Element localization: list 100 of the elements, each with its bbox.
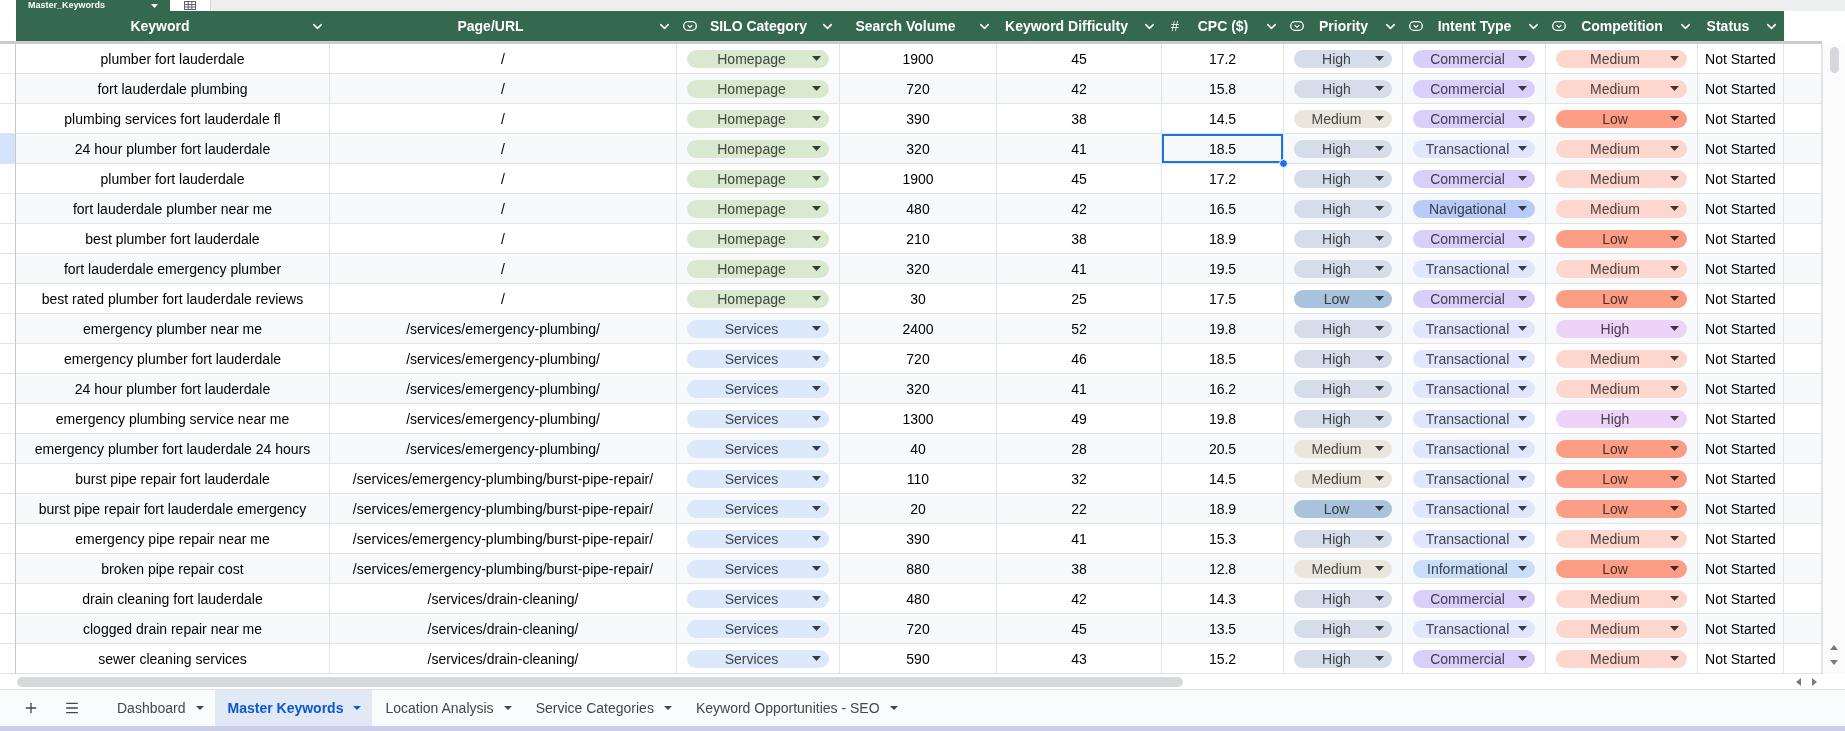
dropdown-chip[interactable]: Commercial	[1413, 49, 1535, 68]
table-name-chip[interactable]: Master_Keywords	[16, 0, 170, 11]
sheet-tab[interactable]: Dashboard	[104, 690, 215, 726]
dropdown-chip[interactable]: Services	[687, 499, 829, 518]
row-header[interactable]	[0, 404, 16, 434]
row-header[interactable]	[0, 314, 16, 344]
dropdown-chip[interactable]: Homepage	[687, 79, 829, 98]
dropdown-chip[interactable]: Medium	[1294, 559, 1392, 578]
row-header[interactable]	[0, 104, 16, 134]
dropdown-chip[interactable]: Medium	[1556, 139, 1687, 158]
dropdown-chip[interactable]: Services	[687, 619, 829, 638]
row-header[interactable]	[0, 434, 16, 464]
dropdown-chip[interactable]: Medium	[1556, 49, 1687, 68]
dropdown-chip[interactable]: Transactional	[1413, 499, 1535, 518]
dropdown-chip[interactable]: Medium	[1556, 169, 1687, 188]
row-header[interactable]	[0, 464, 16, 494]
dropdown-chip[interactable]: High	[1294, 589, 1392, 608]
dropdown-chip[interactable]: Low	[1294, 499, 1392, 518]
dropdown-chip[interactable]: Low	[1556, 439, 1687, 458]
dropdown-chip[interactable]: Low	[1294, 289, 1392, 308]
dropdown-chip[interactable]: High	[1556, 409, 1687, 428]
dropdown-chip[interactable]: Informational	[1413, 559, 1535, 578]
row-header[interactable]	[0, 584, 16, 614]
dropdown-chip[interactable]: Homepage	[687, 109, 829, 128]
dropdown-chip[interactable]: Medium	[1556, 619, 1687, 638]
row-header[interactable]	[0, 224, 16, 254]
dropdown-chip[interactable]: Commercial	[1413, 79, 1535, 98]
dropdown-chip[interactable]: Navigational	[1413, 199, 1535, 218]
row-header[interactable]	[0, 374, 16, 404]
dropdown-chip[interactable]: Transactional	[1413, 259, 1535, 278]
all-sheets-button[interactable]	[64, 700, 80, 716]
row-header[interactable]	[0, 194, 16, 224]
dropdown-chip[interactable]: Medium	[1556, 589, 1687, 608]
dropdown-chip[interactable]: High	[1294, 349, 1392, 368]
dropdown-chip[interactable]: Low	[1556, 559, 1687, 578]
dropdown-chip[interactable]: Low	[1556, 229, 1687, 248]
row-header[interactable]	[0, 344, 16, 374]
dropdown-chip[interactable]: Medium	[1556, 649, 1687, 668]
dropdown-chip[interactable]: Services	[687, 469, 829, 488]
dropdown-chip[interactable]: Medium	[1556, 259, 1687, 278]
row-header[interactable]	[0, 494, 16, 524]
dropdown-chip[interactable]: Services	[687, 319, 829, 338]
row-header[interactable]	[0, 554, 16, 584]
dropdown-chip[interactable]: Commercial	[1413, 589, 1535, 608]
table-view-button[interactable]	[170, 0, 211, 11]
dropdown-chip[interactable]: Homepage	[687, 229, 829, 248]
dropdown-chip[interactable]: Transactional	[1413, 409, 1535, 428]
row-header[interactable]	[0, 524, 16, 554]
dropdown-chip[interactable]: Medium	[1294, 469, 1392, 488]
dropdown-chip[interactable]: Low	[1556, 289, 1687, 308]
dropdown-chip[interactable]: Transactional	[1413, 319, 1535, 338]
dropdown-chip[interactable]: Commercial	[1413, 289, 1535, 308]
dropdown-chip[interactable]: Homepage	[687, 169, 829, 188]
dropdown-chip[interactable]: Transactional	[1413, 529, 1535, 548]
dropdown-chip[interactable]: Medium	[1556, 199, 1687, 218]
dropdown-chip[interactable]: Commercial	[1413, 229, 1535, 248]
dropdown-chip[interactable]: Low	[1556, 469, 1687, 488]
dropdown-chip[interactable]: High	[1556, 319, 1687, 338]
dropdown-chip[interactable]: Services	[687, 439, 829, 458]
dropdown-chip[interactable]: High	[1294, 319, 1392, 338]
dropdown-chip[interactable]: Transactional	[1413, 379, 1535, 398]
dropdown-chip[interactable]: Medium	[1294, 439, 1392, 458]
dropdown-chip[interactable]: Medium	[1556, 349, 1687, 368]
dropdown-chip[interactable]: Commercial	[1413, 649, 1535, 668]
dropdown-chip[interactable]: Transactional	[1413, 139, 1535, 158]
scroll-thumb[interactable]	[17, 676, 1183, 687]
dropdown-chip[interactable]: High	[1294, 259, 1392, 278]
row-header[interactable]	[0, 134, 16, 164]
dropdown-chip[interactable]: Low	[1556, 109, 1687, 128]
sheet-tab[interactable]: Master Keywords	[214, 690, 373, 726]
row-header[interactable]	[0, 284, 16, 314]
dropdown-chip[interactable]: High	[1294, 409, 1392, 428]
dropdown-chip[interactable]: Homepage	[687, 139, 829, 158]
row-header[interactable]	[0, 644, 16, 674]
dropdown-chip[interactable]: Transactional	[1413, 439, 1535, 458]
sheet-tab[interactable]: Location Analysis	[372, 690, 523, 726]
dropdown-chip[interactable]: High	[1294, 79, 1392, 98]
sheet-tab[interactable]: Service Categories	[522, 690, 683, 726]
dropdown-chip[interactable]: Services	[687, 529, 829, 548]
scroll-right-arrow-icon[interactable]	[1811, 677, 1817, 686]
dropdown-chip[interactable]: Services	[687, 649, 829, 668]
dropdown-chip[interactable]: Homepage	[687, 199, 829, 218]
dropdown-chip[interactable]: High	[1294, 199, 1392, 218]
dropdown-chip[interactable]: Services	[687, 409, 829, 428]
dropdown-chip[interactable]: High	[1294, 649, 1392, 668]
row-header[interactable]	[0, 254, 16, 284]
dropdown-chip[interactable]: Medium	[1556, 79, 1687, 98]
dropdown-chip[interactable]: Medium	[1556, 379, 1687, 398]
dropdown-chip[interactable]: Services	[687, 589, 829, 608]
dropdown-chip[interactable]: High	[1294, 529, 1392, 548]
row-header[interactable]	[0, 164, 16, 194]
dropdown-chip[interactable]: Homepage	[687, 259, 829, 278]
row-header[interactable]	[0, 614, 16, 644]
vertical-scrollbar[interactable]	[1822, 44, 1845, 674]
dropdown-chip[interactable]: Transactional	[1413, 619, 1535, 638]
dropdown-chip[interactable]: High	[1294, 169, 1392, 188]
dropdown-chip[interactable]: Low	[1556, 499, 1687, 518]
scroll-left-arrow-icon[interactable]	[1795, 677, 1801, 686]
sheet-tab[interactable]: Keyword Opportunities - SEO	[682, 690, 909, 726]
dropdown-chip[interactable]: Homepage	[687, 49, 829, 68]
